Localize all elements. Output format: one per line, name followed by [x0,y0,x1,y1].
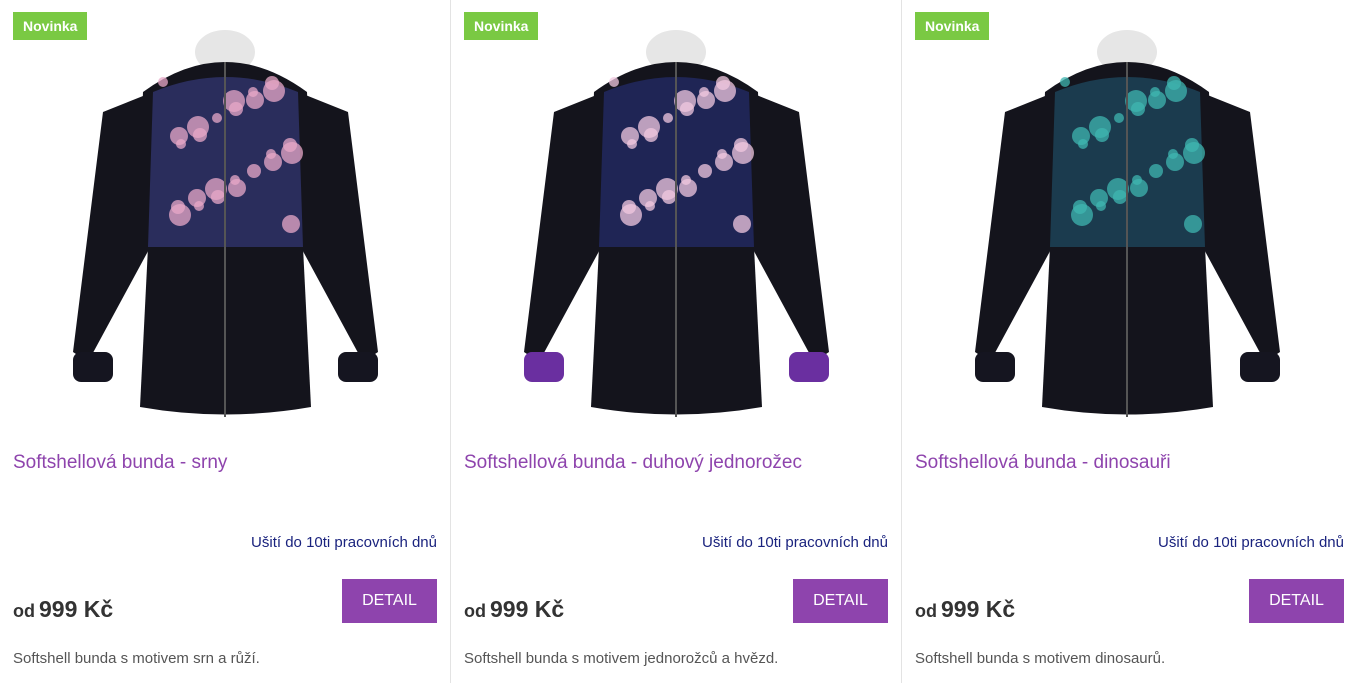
delivery-info: Ušití do 10ti pracovních dnů [1158,534,1344,551]
price-prefix: od [464,601,486,621]
product-price: od 999 Kč [13,596,113,623]
price-prefix: od [13,601,35,621]
product-price: od 999 Kč [464,596,564,623]
detail-button[interactable]: DETAIL [1249,579,1344,623]
delivery-info: Ušití do 10ti pracovních dnů [702,534,888,551]
product-description: Softshell bunda s motivem dinosaurů. [915,650,1166,667]
product-card[interactable]: Novinka Softshellová bunda - srny Ušití … [0,0,451,683]
jacket-illustration [524,30,829,417]
price-amount: 999 Kč [941,596,1016,622]
price-amount: 999 Kč [490,596,565,622]
product-price: od 999 Kč [915,596,1015,623]
price-prefix: od [915,601,937,621]
product-title[interactable]: Softshellová bunda - duhový jednorožec [464,452,802,474]
product-image[interactable] [915,12,1340,437]
new-badge: Novinka [915,12,990,40]
jacket-illustration [73,30,378,417]
product-description: Softshell bunda s motivem srn a růží. [13,650,260,667]
detail-button[interactable]: DETAIL [793,579,888,623]
jacket-illustration [975,30,1280,417]
product-title[interactable]: Softshellová bunda - dinosauři [915,452,1171,474]
product-description: Softshell bunda s motivem jednorožců a h… [464,650,779,667]
delivery-info: Ušití do 10ti pracovních dnů [251,534,437,551]
new-badge: Novinka [13,12,88,40]
new-badge: Novinka [464,12,539,40]
product-grid: Novinka Softshellová bunda - srny Ušití … [0,0,1357,683]
product-image[interactable] [464,12,889,437]
product-card[interactable]: Novinka Softshellová bunda - dinosauři U… [902,0,1357,683]
product-title[interactable]: Softshellová bunda - srny [13,452,227,474]
product-card[interactable]: Novinka Softshellová bunda - duhový jedn… [451,0,902,683]
detail-button[interactable]: DETAIL [342,579,437,623]
product-image[interactable] [13,12,438,437]
price-amount: 999 Kč [39,596,114,622]
